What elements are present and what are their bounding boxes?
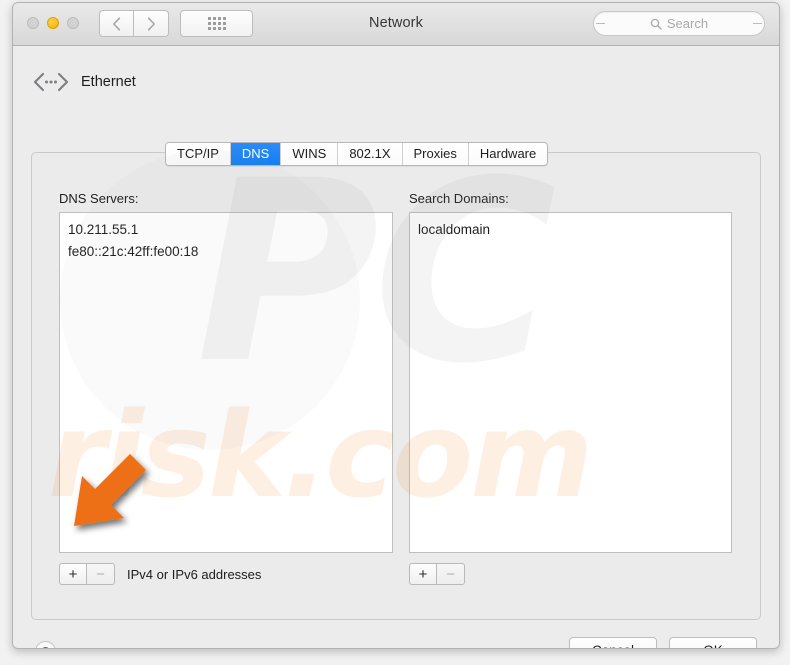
search-container: Search: [593, 11, 765, 36]
dns-servers-hint: IPv4 or IPv6 addresses: [127, 566, 262, 582]
search-left-dash: [596, 23, 605, 24]
search-input[interactable]: Search: [593, 11, 765, 36]
window-body: Ethernet TCP/IP DNS WINS 802.1X Proxies …: [13, 46, 779, 648]
dns-settings-panel: DNS Servers: 10.211.55.1 fe80::21c:42ff:…: [31, 152, 761, 620]
list-item[interactable]: localdomain: [410, 219, 731, 241]
tab-dns[interactable]: DNS: [230, 143, 282, 165]
search-icon: [650, 18, 662, 30]
dns-servers-controls: + − IPv4 or IPv6 addresses: [59, 563, 393, 585]
tab-bar: TCP/IP DNS WINS 802.1X Proxies Hardware: [165, 142, 549, 166]
search-domains-label: Search Domains:: [409, 191, 509, 206]
interface-name: Ethernet: [81, 74, 136, 90]
dns-servers-add-button[interactable]: +: [59, 563, 87, 585]
annotation-arrow: [74, 454, 146, 526]
dns-servers-remove-button[interactable]: −: [87, 563, 115, 585]
tab-hardware[interactable]: Hardware: [468, 143, 548, 165]
search-domains-controls: + −: [409, 563, 732, 585]
panel-columns: DNS Servers: 10.211.55.1 fe80::21c:42ff:…: [32, 153, 760, 619]
tab-tcpip[interactable]: TCP/IP: [166, 143, 231, 165]
ok-button[interactable]: OK: [669, 637, 757, 648]
search-domains-column: Search Domains: localdomain + −: [409, 191, 732, 585]
tab-wins[interactable]: WINS: [281, 143, 339, 165]
tab-proxies[interactable]: Proxies: [402, 143, 469, 165]
interface-header: Ethernet: [33, 72, 136, 92]
search-domains-add-button[interactable]: +: [409, 563, 437, 585]
dns-servers-label: DNS Servers:: [59, 191, 139, 206]
cancel-button[interactable]: Cancel: [569, 637, 657, 648]
ethernet-icon: [33, 72, 69, 92]
search-domains-add-remove-group: + −: [409, 563, 465, 585]
screen: Network Search Ethernet TCP/IP DNS WINS …: [0, 0, 790, 665]
list-item[interactable]: fe80::21c:42ff:fe00:18: [60, 241, 392, 263]
dns-servers-add-remove-group: + −: [59, 563, 115, 585]
search-right-dash: [753, 23, 762, 24]
search-domains-remove-button[interactable]: −: [437, 563, 465, 585]
network-preferences-window: Network Search Ethernet TCP/IP DNS WINS …: [12, 2, 780, 649]
list-item[interactable]: 10.211.55.1: [60, 219, 392, 241]
tab-8021x[interactable]: 802.1X: [338, 143, 403, 165]
help-button[interactable]: ?: [35, 641, 56, 648]
dialog-buttons: Cancel OK: [569, 637, 757, 648]
search-placeholder: Search: [666, 16, 709, 31]
search-domains-list[interactable]: localdomain: [409, 212, 732, 553]
window-titlebar: Network Search: [13, 3, 779, 46]
